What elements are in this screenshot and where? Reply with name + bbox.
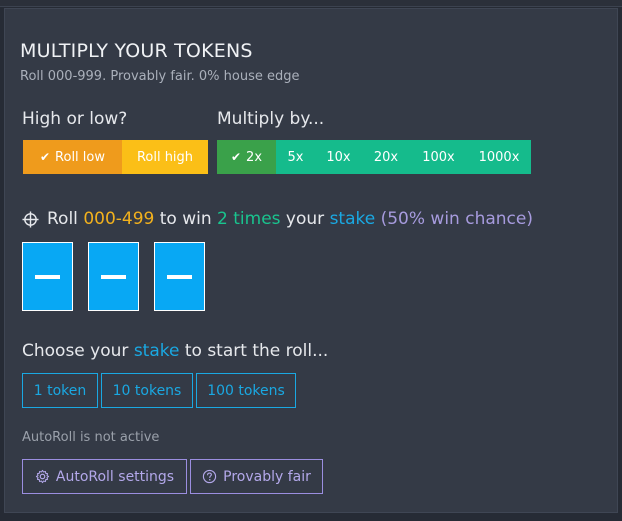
multiply-10x-button[interactable]: 10x xyxy=(315,140,362,174)
provably-fair-label: Provably fair xyxy=(223,468,311,485)
top-strip xyxy=(0,0,622,7)
check-icon: ✔ xyxy=(230,150,242,164)
stake-100-tokens-button[interactable]: 100 tokens xyxy=(196,373,296,408)
page-subtitle: Roll 000-999. Provably fair. 0% house ed… xyxy=(20,69,300,84)
multiply-5x-button[interactable]: 5x xyxy=(276,140,315,174)
multiplier-times: 2 times xyxy=(217,209,281,229)
roll-digit-1 xyxy=(22,242,73,311)
roll-high-button[interactable]: Roll high xyxy=(122,140,208,174)
roll-word: Roll xyxy=(47,209,78,229)
high-low-label: High or low? xyxy=(22,109,128,129)
stake-1-token-button[interactable]: 1 token xyxy=(22,373,98,408)
multiply-2x-button[interactable]: ✔ 2x xyxy=(217,140,276,174)
to-win-text: to win xyxy=(159,209,212,229)
roll-range: 000-499 xyxy=(83,209,155,229)
roll-low-button[interactable]: ✔ Roll low xyxy=(23,140,122,174)
stake-10-tokens-button[interactable]: 10 tokens xyxy=(101,373,193,408)
multiply-1000x-button[interactable]: 1000x xyxy=(467,140,531,174)
multiply-panel: MULTIPLY YOUR TOKENS Roll 000-999. Prova… xyxy=(4,8,618,513)
multiply-5x-label: 5x xyxy=(287,149,304,165)
multiply-20x-label: 20x xyxy=(373,149,399,165)
stake-word: stake xyxy=(329,209,376,229)
multiply-20x-button[interactable]: 20x xyxy=(362,140,410,174)
gear-icon xyxy=(35,469,49,484)
roll-digit-3 xyxy=(154,242,205,311)
placeholder-dash xyxy=(35,274,60,279)
placeholder-dash xyxy=(167,274,192,279)
roll-digit-2 xyxy=(88,242,139,311)
roll-summary: Roll 000-499 to win 2 times your stake (… xyxy=(22,209,533,229)
multiply-2x-label: 2x xyxy=(246,149,263,165)
stake-suffix: to start the roll... xyxy=(184,341,329,361)
stake-prefix: Choose your xyxy=(22,341,129,361)
multiply-100x-label: 100x xyxy=(422,149,455,165)
roll-low-label: Roll low xyxy=(55,149,106,165)
check-icon: ✔ xyxy=(39,150,51,164)
crosshair-icon xyxy=(22,210,39,228)
your-text: your xyxy=(285,209,325,229)
placeholder-dash xyxy=(101,274,126,279)
multiply-10x-label: 10x xyxy=(326,149,351,165)
roll-high-label: Roll high xyxy=(136,149,194,165)
multiply-100x-button[interactable]: 100x xyxy=(410,140,467,174)
autoroll-settings-button[interactable]: AutoRoll settings xyxy=(22,459,187,494)
page-title: MULTIPLY YOUR TOKENS xyxy=(20,40,253,62)
provably-fair-button[interactable]: Provably fair xyxy=(190,459,323,494)
multiply-label: Multiply by... xyxy=(217,109,325,129)
stake-highlight: stake xyxy=(133,341,180,361)
question-circle-icon xyxy=(202,469,217,484)
stake-prompt: Choose your stake to start the roll... xyxy=(22,341,328,361)
multiply-1000x-label: 1000x xyxy=(478,149,520,165)
autoroll-status: AutoRoll is not active xyxy=(22,430,160,445)
win-chance: (50% win chance) xyxy=(380,209,533,229)
autoroll-settings-label: AutoRoll settings xyxy=(55,468,175,485)
